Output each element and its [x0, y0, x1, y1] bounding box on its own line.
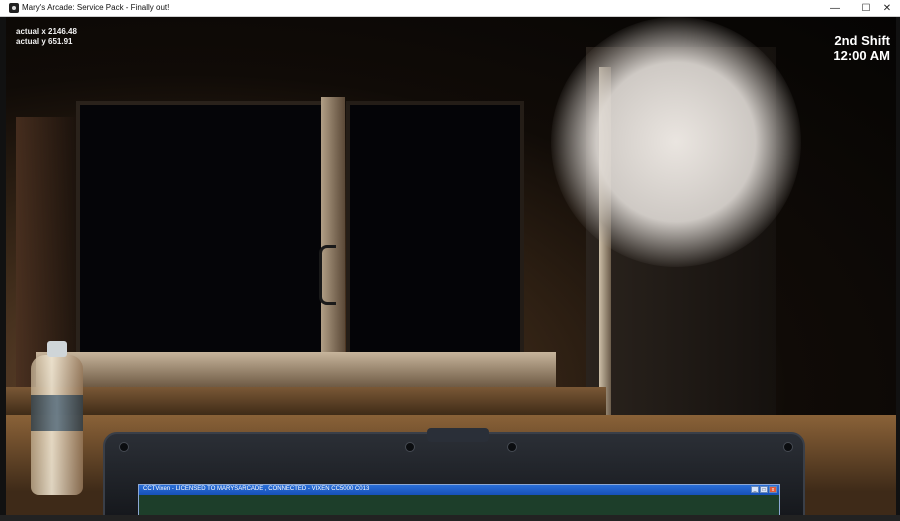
time-label: 12:00 AM	[833, 48, 890, 63]
window-pane-right	[346, 101, 524, 361]
window-frame-middle	[321, 97, 345, 387]
cctv-maximize-button[interactable]: □	[760, 486, 768, 493]
laptop-notch	[427, 428, 489, 442]
window-title: Mary's Arcade: Service Pack - Finally ou…	[22, 3, 170, 12]
window-pane-left	[76, 101, 329, 364]
shift-clock: 2nd Shift 12:00 AM	[833, 33, 890, 63]
game-viewport[interactable]: actual x 2146.48 actual y 651.91 2nd Shi…	[6, 17, 896, 517]
cctv-minimize-button[interactable]: _	[751, 486, 759, 493]
actual-x-readout: actual x 2146.48	[16, 27, 77, 36]
debug-coordinates: actual x 2146.48 actual y 651.91	[16, 27, 77, 47]
cctv-close-button[interactable]: x	[769, 486, 777, 493]
window-sill	[6, 387, 606, 417]
shift-label: 2nd Shift	[834, 33, 890, 48]
laptop-screw	[507, 442, 517, 452]
app-icon	[9, 3, 19, 13]
window-handle	[319, 245, 336, 305]
flashlight-beam	[551, 17, 801, 267]
laptop-screw	[405, 442, 415, 452]
close-button[interactable]: ✕	[876, 0, 898, 17]
laptop-screw	[783, 442, 793, 452]
minimize-button[interactable]: —	[824, 0, 846, 17]
bottle-label	[31, 395, 83, 431]
maximize-button[interactable]: ☐	[855, 0, 877, 17]
bottle-cap	[47, 341, 67, 357]
cctv-titlebar[interactable]: CCTVixen - LICENSED TO MARYSARCADE , CON…	[139, 485, 779, 495]
laptop[interactable]: CCTVixen - LICENSED TO MARYSARCADE , CON…	[103, 428, 805, 517]
cctv-title: CCTVixen - LICENSED TO MARYSARCADE , CON…	[143, 486, 370, 492]
cctv-window[interactable]: CCTVixen - LICENSED TO MARYSARCADE , CON…	[138, 484, 780, 517]
window-frame-bottom	[36, 352, 556, 387]
window-titlebar[interactable]: Mary's Arcade: Service Pack - Finally ou…	[0, 0, 900, 17]
taskbar-strip	[0, 515, 900, 521]
actual-y-readout: actual y 651.91	[16, 37, 73, 46]
water-bottle[interactable]	[31, 341, 83, 495]
laptop-screw	[119, 442, 129, 452]
